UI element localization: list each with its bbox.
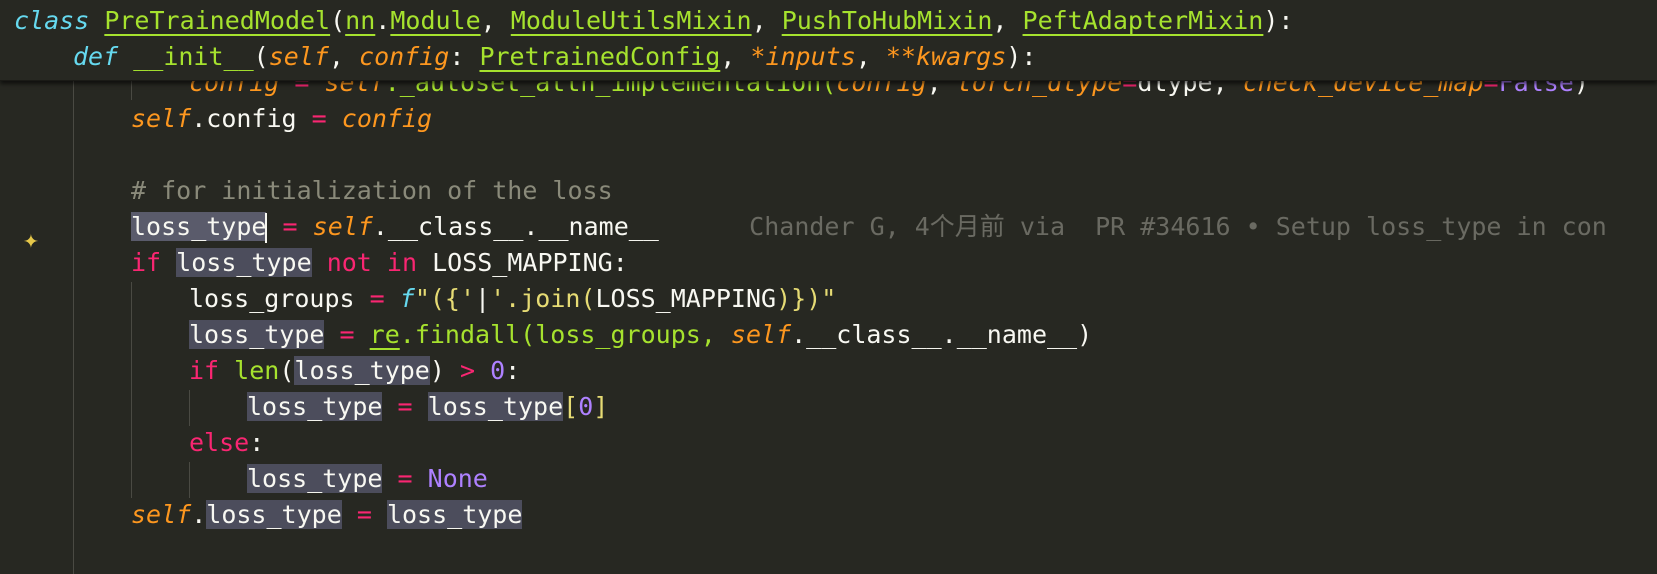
highlighted-symbol: loss_type — [206, 500, 342, 529]
code-line[interactable]: loss_type = loss_type[0] — [247, 388, 608, 426]
indent-guide — [131, 80, 132, 100]
highlighted-symbol: loss_type — [247, 392, 383, 421]
code-line[interactable]: self.loss_type = loss_type — [131, 496, 523, 534]
code-line[interactable]: loss_groups = f"({'|'.join(LOSS_MAPPING)… — [189, 280, 836, 318]
sticky-line-class[interactable]: class PreTrainedModel(nn.Module, ModuleU… — [14, 2, 1293, 40]
class-name[interactable]: PreTrainedModel — [104, 6, 330, 35]
code-line[interactable]: if loss_type not in LOSS_MAPPING: — [131, 244, 628, 282]
code-line[interactable]: loss_type = re.findall(loss_groups, self… — [189, 316, 1092, 354]
git-blame-annotation[interactable]: Chander G, 4个月前 via PR #34616 • Setup lo… — [749, 212, 1607, 241]
text-cursor — [265, 213, 268, 243]
highlighted-symbol: loss_type — [386, 500, 523, 529]
indent-guide — [189, 390, 190, 426]
code-line[interactable]: if len(loss_type) > 0: — [189, 352, 520, 390]
code-line-current[interactable]: loss_type = self.__class__.__name__ Chan… — [131, 208, 1607, 246]
code-comment[interactable]: # for initialization of the loss — [131, 172, 613, 210]
indent-guide — [131, 282, 132, 498]
code-line[interactable]: else: — [189, 424, 264, 462]
highlighted-symbol: loss_type — [247, 464, 383, 493]
indent-guide — [189, 462, 190, 498]
sticky-scroll-header[interactable]: class PreTrainedModel(nn.Module, ModuleU… — [0, 0, 1657, 81]
sparkle-icon[interactable]: ✦ — [14, 223, 48, 257]
code-line[interactable]: self.config = config — [131, 100, 432, 138]
code-editor[interactable]: config = self._autoset_attn_implementati… — [0, 0, 1657, 574]
function-name[interactable]: __init__ — [133, 42, 253, 71]
highlighted-symbol: loss_type — [427, 392, 564, 421]
highlighted-symbol: loss_type — [176, 248, 312, 277]
highlighted-symbol: loss_type — [131, 212, 267, 241]
highlighted-symbol: loss_type — [189, 320, 325, 349]
code-line[interactable]: loss_type = None — [247, 460, 488, 498]
indent-guide — [73, 80, 74, 574]
sticky-line-def[interactable]: def __init__(self, config: PretrainedCon… — [73, 38, 1036, 76]
highlighted-symbol: loss_type — [294, 356, 430, 385]
